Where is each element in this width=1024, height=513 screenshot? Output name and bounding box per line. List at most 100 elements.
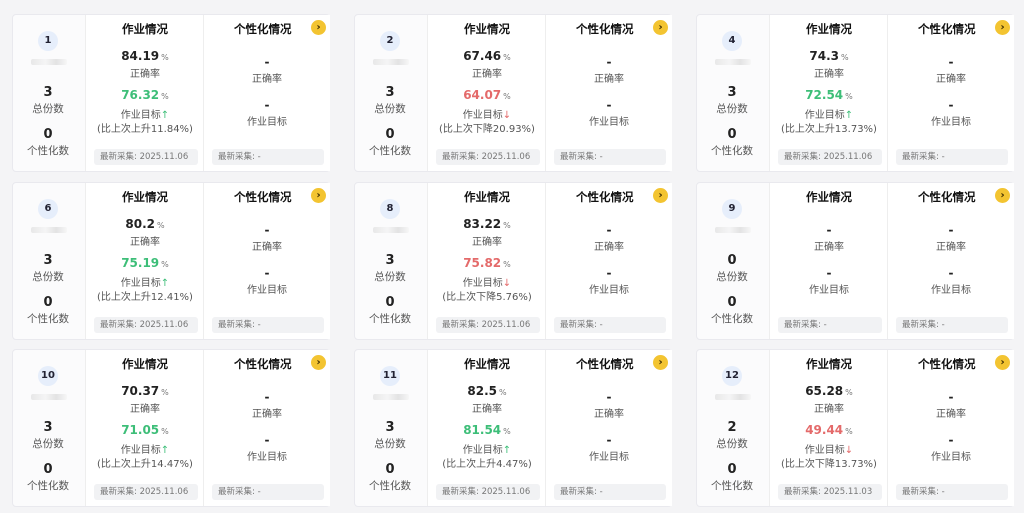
blurred-class-name — [715, 227, 751, 233]
total-count-label: 总份数 — [716, 438, 748, 450]
chevron-right-icon[interactable]: › — [311, 355, 326, 370]
personal-panel: 个性化情况 › - 正确率 - 作业目标 最新采集: - — [203, 183, 330, 339]
homework-title: 作业情况 — [122, 190, 168, 204]
personal-title: 个性化情况 — [576, 190, 634, 204]
personal-accuracy-value: - — [264, 390, 270, 404]
class-summary: 6 3 总份数 0 个性化数 — [13, 183, 83, 339]
class-card[interactable]: 12 2 总份数 0 个性化数 作业情况 65.28% 正确率 49.44% 作… — [696, 349, 1014, 507]
homework-panel: 作业情况 70.37% 正确率 71.05% 作业目标↑ (比上次上升14.47… — [85, 350, 204, 506]
accuracy-label: 正确率 — [814, 242, 844, 253]
class-card[interactable]: 8 3 总份数 0 个性化数 作业情况 83.22% 正确率 75.82% 作业… — [354, 182, 672, 340]
personal-count: 0 — [727, 127, 737, 142]
accuracy-label: 正确率 — [472, 404, 502, 415]
accuracy-value: 82.5% — [467, 384, 507, 398]
personal-count-label: 个性化数 — [27, 480, 69, 492]
change-text: (比上次上升13.73%) — [781, 124, 877, 135]
personal-accuracy-value: - — [606, 55, 612, 69]
total-count-label: 总份数 — [32, 271, 64, 283]
change-text: (比上次下降20.93%) — [439, 124, 535, 135]
personal-count-label: 个性化数 — [711, 313, 753, 325]
homework-panel: 作业情况 83.22% 正确率 75.82% 作业目标↓ (比上次下降5.76%… — [427, 183, 546, 339]
personal-target-label: 作业目标 — [931, 285, 971, 296]
chevron-right-icon[interactable]: › — [653, 188, 668, 203]
personal-panel: 个性化情况 › - 正确率 - 作业目标 最新采集: - — [203, 350, 330, 506]
homework-latest-collection: 最新采集: 2025.11.06 — [778, 149, 882, 165]
blurred-class-name — [373, 394, 409, 400]
homework-latest-collection: 最新采集: 2025.11.03 — [778, 484, 882, 500]
personal-title: 个性化情况 — [576, 22, 634, 36]
personal-title: 个性化情况 — [576, 357, 634, 371]
target-value: 64.07% — [463, 88, 511, 102]
personal-title: 个性化情况 — [234, 190, 292, 204]
personal-count: 0 — [727, 462, 737, 477]
accuracy-label: 正确率 — [472, 69, 502, 80]
chevron-right-icon[interactable]: › — [995, 355, 1010, 370]
personal-accuracy-label: 正确率 — [936, 74, 966, 85]
personal-accuracy-label: 正确率 — [252, 74, 282, 85]
personal-accuracy-label: 正确率 — [594, 242, 624, 253]
homework-panel: 作业情况 65.28% 正确率 49.44% 作业目标↓ (比上次下降13.73… — [769, 350, 888, 506]
personal-accuracy-value: - — [948, 223, 954, 237]
personal-accuracy-label: 正确率 — [594, 409, 624, 420]
homework-title: 作业情况 — [122, 357, 168, 371]
personal-accuracy-value: - — [948, 55, 954, 69]
personal-target-value: - — [264, 266, 270, 280]
chevron-right-icon[interactable]: › — [995, 188, 1010, 203]
personal-panel: 个性化情况 › - 正确率 - 作业目标 最新采集: - — [203, 15, 330, 171]
accuracy-label: 正确率 — [472, 237, 502, 248]
class-card[interactable]: 9 0 总份数 0 个性化数 作业情况 - 正确率 - 作业目标 最新采集: -… — [696, 182, 1014, 340]
homework-title: 作业情况 — [806, 190, 852, 204]
chevron-right-icon[interactable]: › — [653, 355, 668, 370]
class-card-grid: 1 3 总份数 0 个性化数 作业情况 84.19% 正确率 76.32% 作业… — [0, 0, 1024, 513]
total-count: 3 — [727, 85, 737, 100]
personal-panel: 个性化情况 › - 正确率 - 作业目标 最新采集: - — [887, 15, 1014, 171]
accuracy-value: 67.46% — [463, 49, 511, 63]
blurred-class-name — [715, 59, 751, 65]
target-label: 作业目标↓ — [462, 110, 512, 121]
chevron-right-icon[interactable]: › — [311, 20, 326, 35]
personal-panel: 个性化情况 › - 正确率 - 作业目标 最新采集: - — [545, 183, 672, 339]
personal-target-value: - — [948, 266, 954, 280]
accuracy-value: 74.3% — [809, 49, 849, 63]
personal-target-label: 作业目标 — [247, 452, 287, 463]
personal-count: 0 — [43, 127, 53, 142]
blurred-class-name — [373, 227, 409, 233]
class-summary: 2 3 总份数 0 个性化数 — [355, 15, 425, 171]
personal-count-label: 个性化数 — [711, 480, 753, 492]
personal-count-label: 个性化数 — [27, 313, 69, 325]
personal-target-value: - — [606, 433, 612, 447]
class-card[interactable]: 10 3 总份数 0 个性化数 作业情况 70.37% 正确率 71.05% 作… — [12, 349, 330, 507]
homework-panel: 作业情况 - 正确率 - 作业目标 最新采集: - — [769, 183, 888, 339]
personal-title: 个性化情况 — [234, 357, 292, 371]
personal-panel: 个性化情况 › - 正确率 - 作业目标 最新采集: - — [545, 15, 672, 171]
homework-panel: 作业情况 74.3% 正确率 72.54% 作业目标↑ (比上次上升13.73%… — [769, 15, 888, 171]
class-card[interactable]: 11 3 总份数 0 个性化数 作业情况 82.5% 正确率 81.54% 作业… — [354, 349, 672, 507]
target-value: 76.32% — [121, 88, 169, 102]
change-text: (比上次上升14.47%) — [97, 459, 193, 470]
target-value: 49.44% — [805, 423, 853, 437]
accuracy-label: 正确率 — [130, 404, 160, 415]
class-card[interactable]: 4 3 总份数 0 个性化数 作业情况 74.3% 正确率 72.54% 作业目… — [696, 14, 1014, 172]
chevron-right-icon[interactable]: › — [653, 20, 668, 35]
class-card[interactable]: 2 3 总份数 0 个性化数 作业情况 67.46% 正确率 64.07% 作业… — [354, 14, 672, 172]
target-label: 作业目标↑ — [120, 278, 170, 289]
personal-target-label: 作业目标 — [931, 452, 971, 463]
class-card[interactable]: 6 3 总份数 0 个性化数 作业情况 80.2% 正确率 75.19% 作业目… — [12, 182, 330, 340]
total-count: 3 — [43, 85, 53, 100]
target-label: 作业目标↓ — [462, 278, 512, 289]
chevron-right-icon[interactable]: › — [311, 188, 326, 203]
personal-count-label: 个性化数 — [369, 480, 411, 492]
total-count: 3 — [385, 253, 395, 268]
class-summary: 9 0 总份数 0 个性化数 — [697, 183, 767, 339]
personal-count-label: 个性化数 — [27, 145, 69, 157]
total-count-label: 总份数 — [374, 103, 406, 115]
personal-target-label: 作业目标 — [589, 452, 629, 463]
personal-accuracy-value: - — [264, 223, 270, 237]
class-card[interactable]: 1 3 总份数 0 个性化数 作业情况 84.19% 正确率 76.32% 作业… — [12, 14, 330, 172]
personal-target-value: - — [264, 98, 270, 112]
homework-latest-collection: 最新采集: 2025.11.06 — [436, 484, 540, 500]
chevron-right-icon[interactable]: › — [995, 20, 1010, 35]
total-count: 3 — [385, 85, 395, 100]
accuracy-value: 84.19% — [121, 49, 169, 63]
homework-title: 作业情况 — [806, 357, 852, 371]
